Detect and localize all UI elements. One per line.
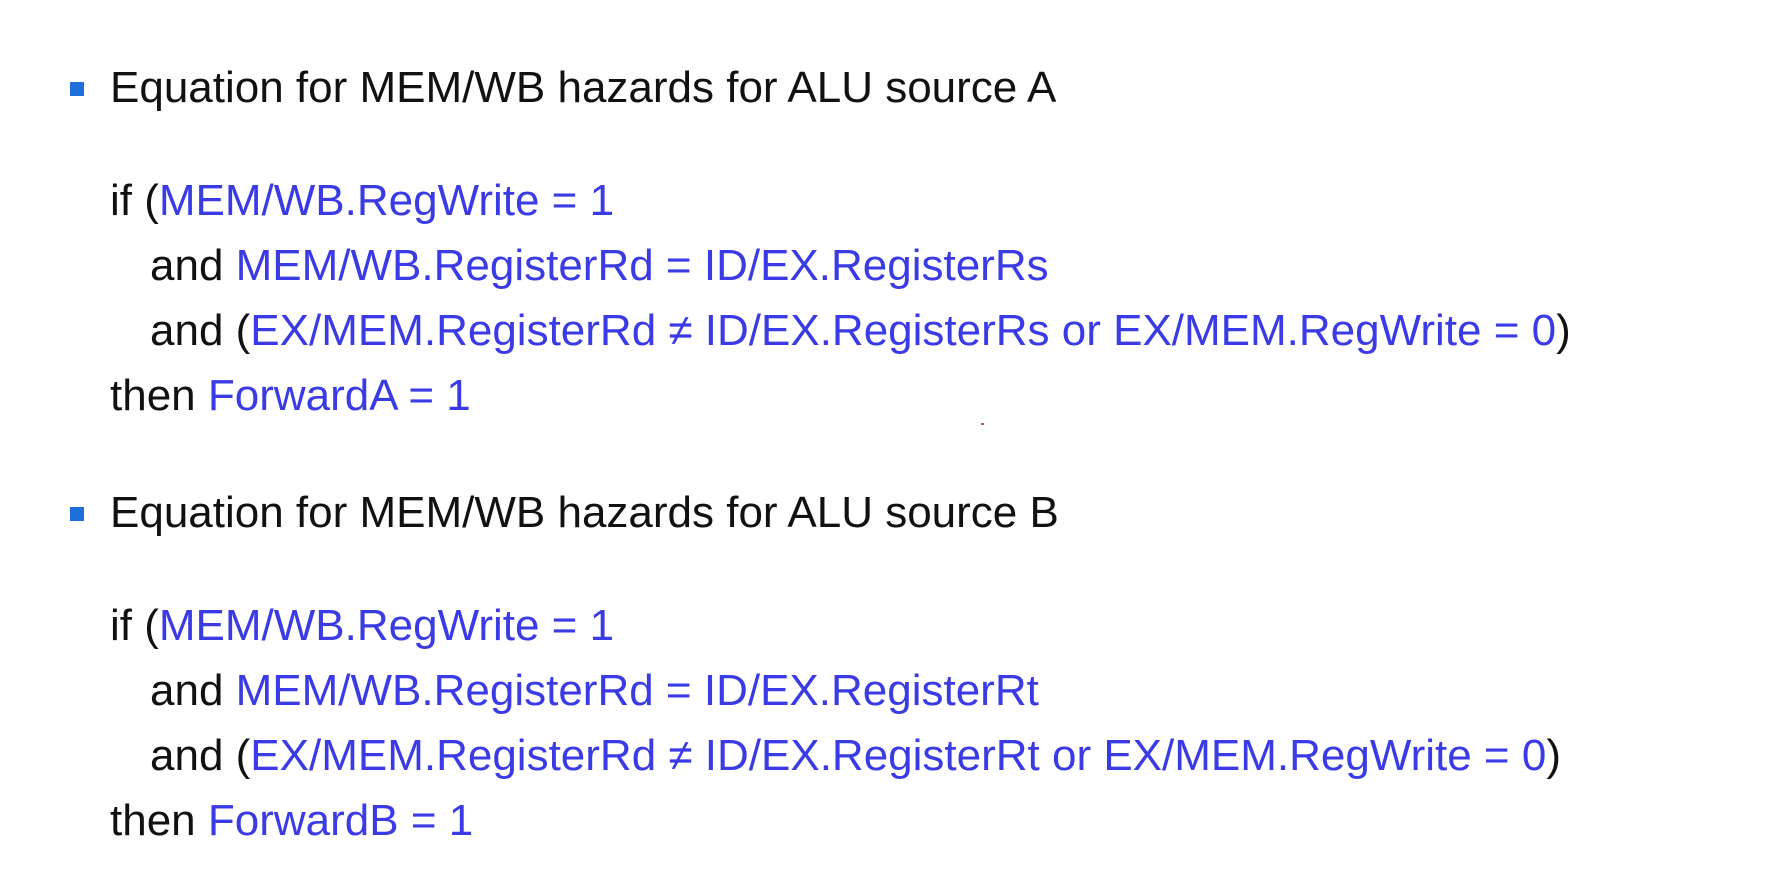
condition-regwrite: MEM/WB.RegWrite = 1: [158, 601, 615, 650]
keyword-and-paren: and (: [150, 306, 251, 355]
condition-line-and-1: and MEM/WB.RegisterRd = ID/EX.RegisterRt: [150, 661, 1039, 721]
keyword-and: and: [150, 666, 236, 715]
close-paren: ): [1546, 731, 1561, 780]
condition-line-and-1: and MEM/WB.RegisterRd = ID/EX.RegisterRs: [150, 236, 1049, 296]
condition-register-match: MEM/WB.RegisterRd = ID/EX.RegisterRt: [235, 666, 1039, 715]
condition-line-if: if (MEM/WB.RegWrite = 1: [110, 171, 614, 231]
keyword-and: and: [150, 241, 236, 290]
condition-line-and-2: and (EX/MEM.RegisterRd ≠ ID/EX.RegisterR…: [150, 726, 1561, 786]
keyword-if: if (: [110, 601, 159, 650]
bullet-item-b: Equation for MEM/WB hazards for ALU sour…: [0, 483, 1783, 543]
stray-dot: [981, 423, 984, 425]
condition-register-match: MEM/WB.RegisterRd = ID/EX.RegisterRs: [235, 241, 1049, 290]
condition-line-if: if (MEM/WB.RegWrite = 1: [110, 596, 614, 656]
keyword-and-paren: and (: [150, 731, 251, 780]
condition-ex-mem-check: EX/MEM.RegisterRd ≠ ID/EX.RegisterRt or …: [250, 731, 1547, 780]
square-bullet-icon: [70, 82, 84, 96]
condition-line-then: then ForwardA = 1: [110, 366, 471, 426]
condition-ex-mem-check: EX/MEM.RegisterRd ≠ ID/EX.RegisterRs or …: [250, 306, 1557, 355]
keyword-if: if (: [110, 176, 159, 225]
forward-assignment: ForwardA = 1: [207, 371, 471, 420]
condition-line-then: then ForwardB = 1: [110, 791, 473, 851]
condition-regwrite: MEM/WB.RegWrite = 1: [158, 176, 615, 225]
section-heading-b: Equation for MEM/WB hazards for ALU sour…: [110, 488, 1059, 537]
bullet-item-a: Equation for MEM/WB hazards for ALU sour…: [0, 58, 1783, 118]
condition-line-and-2: and (EX/MEM.RegisterRd ≠ ID/EX.RegisterR…: [150, 301, 1571, 361]
slide: Equation for MEM/WB hazards for ALU sour…: [0, 0, 1783, 890]
square-bullet-icon: [70, 507, 84, 521]
keyword-then: then: [110, 796, 208, 845]
forward-assignment: ForwardB = 1: [207, 796, 474, 845]
keyword-then: then: [110, 371, 208, 420]
section-heading-a: Equation for MEM/WB hazards for ALU sour…: [110, 63, 1057, 112]
close-paren: ): [1556, 306, 1571, 355]
